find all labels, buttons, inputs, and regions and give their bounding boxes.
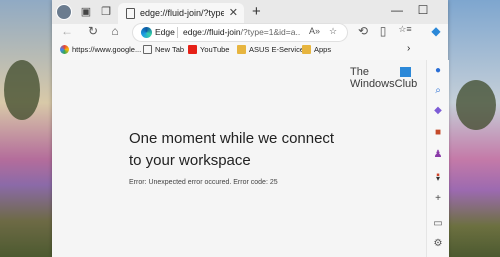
navigation-toolbar: ← ↻ ⌂ Edge edge://fluid-join/?type=1&id=… <box>52 24 448 43</box>
new-tab-button[interactable]: + <box>252 3 261 20</box>
bookmark-apps[interactable]: Apps <box>302 45 331 54</box>
page-icon <box>143 45 152 54</box>
tab-fluid-join[interactable]: edge://fluid-join/?type=1&id=a ✕ <box>118 3 244 24</box>
edge-icon <box>141 27 152 38</box>
site-label: Edge <box>155 27 175 37</box>
tools-icon[interactable]: ■ <box>427 127 449 138</box>
wallpaper-tree <box>456 80 496 130</box>
bookmarks-more-button[interactable]: › <box>407 43 410 54</box>
desktop-wallpaper-left <box>0 0 52 257</box>
workspaces-icon[interactable]: ▣ <box>78 4 94 20</box>
tab-actions-icon[interactable]: ❐ <box>98 4 114 20</box>
split-screen-icon[interactable]: ▯ <box>374 24 392 38</box>
home-button[interactable]: ⌂ <box>106 24 124 38</box>
maximize-button[interactable]: ☐ <box>410 3 436 17</box>
gear-icon[interactable]: ⚙ <box>427 238 449 249</box>
bell-icon[interactable]: ● <box>427 65 449 76</box>
split-view-icon[interactable]: ▭ <box>427 218 449 229</box>
windowsclub-logo: The WindowsClub <box>350 66 417 90</box>
page-content: The WindowsClub One moment while we conn… <box>52 60 426 257</box>
chevron-down-icon[interactable]: ▾ <box>427 174 449 183</box>
folder-icon <box>237 45 246 54</box>
desktop-wallpaper-right <box>448 0 500 257</box>
bookmark-google[interactable]: https://www.google... <box>60 45 141 54</box>
search-icon[interactable]: ⌕ <box>427 85 449 96</box>
folder-icon <box>302 45 311 54</box>
shopping-tag-icon[interactable]: ◆ <box>427 105 449 116</box>
favorites-icon[interactable]: ☆≡ <box>396 24 414 35</box>
youtube-icon <box>188 45 197 54</box>
tab-close-button[interactable]: ✕ <box>229 6 238 19</box>
address-bar[interactable]: Edge edge://fluid-join/?type=1&id=a... A… <box>133 24 347 41</box>
bookmark-new-tab[interactable]: New Tab <box>143 45 184 54</box>
tab-strip: ▣ ❐ edge://fluid-join/?type=1&id=a ✕ + —… <box>52 0 448 24</box>
tab-title: edge://fluid-join/?type=1&id=a <box>140 8 224 18</box>
minimize-button[interactable]: — <box>384 3 410 17</box>
edge-sidebar: ● ⌕ ◆ ■ ♟ ▪ ▾ + ▭ ⚙ <box>426 60 449 257</box>
refresh-button[interactable]: ↻ <box>84 24 102 38</box>
read-aloud-icon[interactable]: A» <box>309 26 320 36</box>
favorite-star-icon[interactable]: ☆ <box>329 26 337 37</box>
copilot-icon[interactable]: ◆ <box>427 24 445 38</box>
back-button[interactable]: ← <box>58 24 76 38</box>
url-text[interactable]: edge://fluid-join/?type=1&id=a... <box>183 27 301 37</box>
page-icon <box>126 8 135 19</box>
profile-avatar[interactable] <box>56 4 72 20</box>
wallpaper-tree <box>4 60 40 120</box>
logo-square-icon <box>400 67 411 77</box>
add-sidebar-app-button[interactable]: + <box>427 193 449 204</box>
bookmarks-bar: https://www.google... New Tab YouTube AS… <box>52 43 448 59</box>
error-message: Error: Unexpected error occured. Error c… <box>129 179 278 186</box>
bookmark-youtube[interactable]: YouTube <box>188 45 229 54</box>
divider <box>177 27 178 38</box>
refresh-page-icon[interactable]: ⟲ <box>354 24 372 38</box>
bookmark-asus[interactable]: ASUS E-Service <box>237 45 304 54</box>
google-icon <box>60 45 69 54</box>
page-title: One moment while we connect to your work… <box>129 130 335 169</box>
browser-window: ▣ ❐ edge://fluid-join/?type=1&id=a ✕ + —… <box>52 0 449 257</box>
logo-line-2: WindowsClub <box>350 78 418 90</box>
games-icon[interactable]: ♟ <box>427 149 449 160</box>
